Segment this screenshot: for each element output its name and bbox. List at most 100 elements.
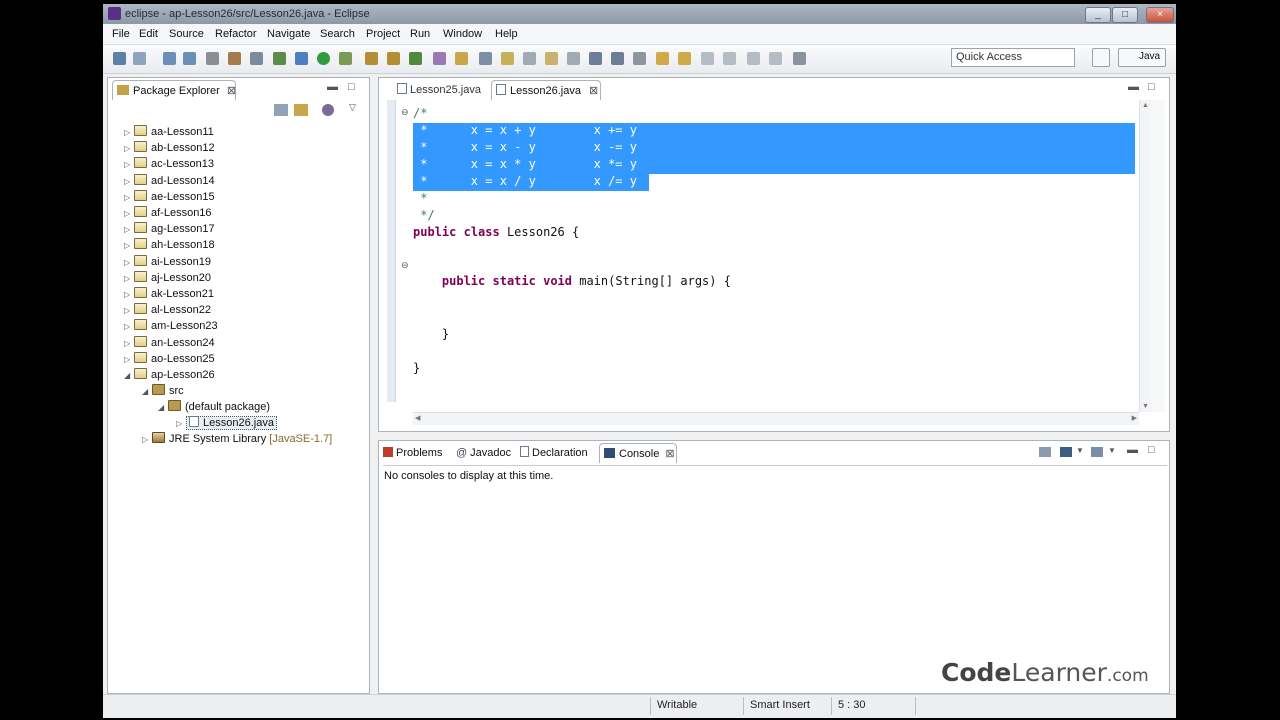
tab-declaration[interactable]: Declaration [520,443,588,463]
collapsed-arrow-icon[interactable]: ▷ [124,157,134,173]
menu-file[interactable]: File [112,28,130,40]
open-perspective-icon[interactable] [1092,48,1110,67]
tree-item-project[interactable]: ▷ ae-Lesson15 [124,189,215,205]
toolbar-icon-22[interactable] [611,52,624,65]
close-tab-icon[interactable]: ⊠ [227,85,236,97]
scroll-left-icon[interactable]: ◀ [415,414,420,422]
open-type-icon[interactable] [455,52,468,65]
scroll-up-icon[interactable]: ▲ [1142,102,1149,109]
menu-edit[interactable]: Edit [139,28,158,40]
toolbar-icon-21[interactable] [589,52,602,65]
tree-item-src[interactable]: ◢ src [124,383,184,399]
menu-project[interactable]: Project [366,28,400,40]
collapsed-arrow-icon[interactable]: ▷ [124,255,134,271]
save-all-icon[interactable] [183,52,196,65]
tree-item-project[interactable]: ▷ ai-Lesson19 [124,254,211,270]
expanded-arrow-icon[interactable]: ◢ [124,368,134,384]
new-java-project-icon[interactable] [365,52,378,65]
search-icon[interactable] [479,52,492,65]
tab-javadoc[interactable]: @ Javadoc [456,443,511,463]
back-icon[interactable] [701,52,714,65]
tree-item-project[interactable]: ◢ ap-Lesson26 [124,367,215,383]
previous-annotation-icon[interactable] [678,52,691,65]
collapsed-arrow-icon[interactable]: ▷ [176,416,186,432]
toolbar-icon-30[interactable] [793,52,806,65]
tree-item-project[interactable]: ▷ an-Lesson24 [124,335,215,351]
close-tab-icon[interactable]: ⊠ [589,85,598,97]
tree-item-project[interactable]: ▷ ag-Lesson17 [124,221,215,237]
toolbar-icon-7[interactable] [273,52,286,65]
menu-run[interactable]: Run [410,28,430,40]
debug-icon[interactable] [295,52,308,65]
forward-icon[interactable] [723,52,736,65]
new-dropdown-icon[interactable] [133,52,146,65]
tab-package-explorer[interactable]: Package Explorer ⊠ [112,80,236,100]
collapsed-arrow-icon[interactable]: ▷ [124,287,134,303]
toolbar-icon-14[interactable] [433,52,446,65]
toolbar-icon-18[interactable] [523,52,536,65]
horizontal-scrollbar[interactable]: ◀ ▶ [413,412,1139,425]
new-icon[interactable] [113,52,126,65]
new-package-icon[interactable] [387,52,400,65]
tree-item-lesson26-java[interactable]: ▷ Lesson26.java [124,415,277,431]
new-console-icon[interactable] [1091,447,1103,457]
tree-item-project[interactable]: ▷ am-Lesson23 [124,318,218,334]
scroll-right-icon[interactable]: ▶ [1132,414,1137,422]
collapsed-arrow-icon[interactable]: ▷ [124,206,134,222]
maximize-view-icon[interactable]: □ [348,81,355,93]
new-class-icon[interactable] [409,52,422,65]
open-console-icon[interactable] [1039,447,1051,457]
quick-access-input[interactable]: Quick Access [951,48,1075,67]
scroll-down-icon[interactable]: ▼ [1142,403,1149,410]
link-with-editor-icon[interactable] [294,104,308,116]
next-annotation-icon[interactable] [656,52,669,65]
toolbar-icon-6[interactable] [250,52,263,65]
tree-item-project[interactable]: ▷ al-Lesson22 [124,302,211,318]
print-icon[interactable] [206,52,219,65]
tree-item-project[interactable]: ▷ aj-Lesson20 [124,270,211,286]
collapsed-arrow-icon[interactable]: ▷ [124,174,134,190]
tree-item-project[interactable]: ▷ aa-Lesson11 [124,124,214,140]
dropdown-icon[interactable]: ▼ [1108,446,1116,455]
minimize-view-icon[interactable]: ▬ [327,81,338,93]
tree-item-project[interactable]: ▷ ao-Lesson25 [124,351,215,367]
toolbar-icon-19[interactable] [545,52,558,65]
close-button[interactable]: × [1146,7,1174,23]
menu-help[interactable]: Help [495,28,518,40]
collapse-all-icon[interactable] [274,104,288,116]
collapsed-arrow-icon[interactable]: ▷ [124,238,134,254]
maximize-editor-icon[interactable]: □ [1148,81,1155,93]
code-editor[interactable]: /* * x = x + y x += y * x = x - y x -= y… [407,105,1137,405]
view-menu-icon[interactable]: ▽ [349,102,356,113]
tree-item-project[interactable]: ▷ ac-Lesson13 [124,156,214,172]
minimize-button[interactable]: _ [1085,7,1111,23]
collapsed-arrow-icon[interactable]: ▷ [124,336,134,352]
tree-item-project[interactable]: ▷ ad-Lesson14 [124,173,215,189]
tree-item-project[interactable]: ▷ ak-Lesson21 [124,286,214,302]
tab-lesson26-java[interactable]: Lesson26.java ⊠ [491,80,601,100]
minimize-editor-icon[interactable]: ▬ [1128,81,1139,93]
tree-item-project[interactable]: ▷ ah-Lesson18 [124,237,215,253]
tab-problems[interactable]: Problems [383,443,442,463]
collapsed-arrow-icon[interactable]: ▷ [124,303,134,319]
minimize-view-icon[interactable]: ▬ [1127,444,1138,456]
toolbar-icon-20[interactable] [567,52,580,65]
menu-navigate[interactable]: Navigate [267,28,310,40]
focus-task-icon[interactable] [322,104,334,116]
collapsed-arrow-icon[interactable]: ▷ [124,190,134,206]
menu-search[interactable]: Search [320,28,355,40]
collapsed-arrow-icon[interactable]: ▷ [142,432,152,448]
menu-refactor[interactable]: Refactor [215,28,257,40]
collapsed-arrow-icon[interactable]: ▷ [124,125,134,141]
collapsed-arrow-icon[interactable]: ▷ [124,141,134,157]
pin-icon[interactable] [747,52,760,65]
toolbar-icon-17[interactable] [501,52,514,65]
java-perspective-button[interactable]: Java [1118,48,1166,67]
maximize-button[interactable]: □ [1112,7,1138,23]
display-console-icon[interactable] [1060,447,1072,457]
toolbar-icon-23[interactable] [633,52,646,65]
collapsed-arrow-icon[interactable]: ▷ [124,271,134,287]
tree-item-project[interactable]: ▷ ab-Lesson12 [124,140,215,156]
collapsed-arrow-icon[interactable]: ▷ [124,319,134,335]
menu-source[interactable]: Source [169,28,204,40]
